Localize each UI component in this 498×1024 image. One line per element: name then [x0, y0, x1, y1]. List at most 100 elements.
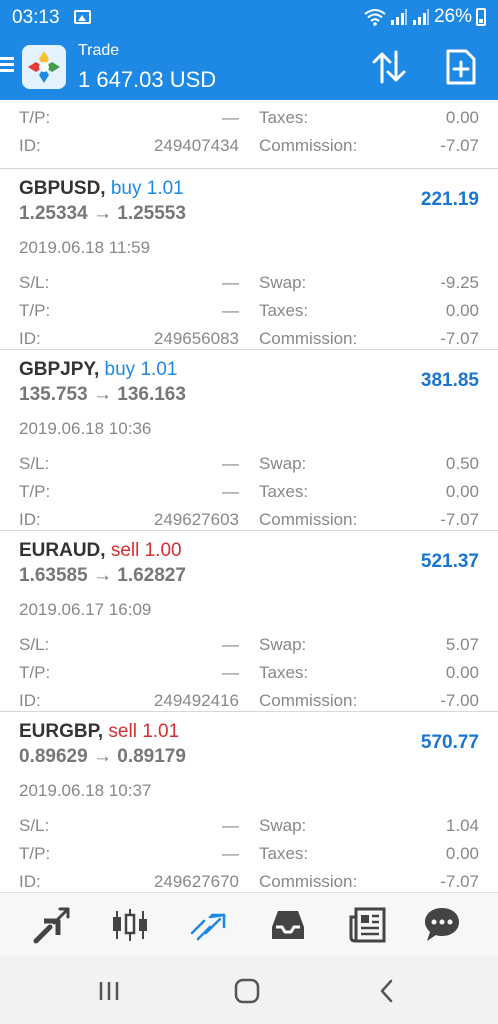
commission-label: Commission: — [259, 872, 358, 891]
id-value: 249627670 — [153, 872, 239, 891]
tp-label: T/P: — [19, 663, 51, 682]
tp-row: T/P: — Taxes: 0.00 — [0, 301, 498, 329]
swap-value: 1.04 — [445, 816, 479, 835]
new-order-icon[interactable] — [444, 48, 478, 86]
price-line: 135.753 → 136.163 — [19, 384, 186, 406]
open-price: 1.63585 — [19, 565, 88, 586]
symbol: EURGBP, — [19, 721, 104, 742]
sl-row: S/L: — Swap: 5.07 — [0, 635, 498, 663]
id-row: ID: 249407434 Commission: -7.07 — [0, 136, 498, 164]
tp-label: T/P: — [19, 482, 51, 501]
trade-card[interactable]: EURGBP, sell 1.01 0.89629 → 0.89179 570.… — [0, 712, 498, 892]
taxes-value: 0.00 — [445, 108, 479, 127]
symbol: GBPJPY, — [19, 359, 100, 380]
signal-icon-sim2 — [412, 9, 429, 25]
sl-row: S/L: — Swap: 1.04 — [0, 816, 498, 844]
id-label: ID: — [19, 872, 41, 891]
sl-label: S/L: — [19, 273, 50, 292]
arrow-icon: → — [92, 746, 112, 767]
id-value: 249492416 — [153, 691, 239, 710]
price-line: 1.63585 → 1.62827 — [19, 565, 186, 587]
open-price: 135.753 — [19, 384, 88, 405]
id-value: 249627603 — [153, 510, 239, 529]
taxes-value: 0.00 — [445, 663, 479, 682]
open-time: 2019.06.18 10:37 — [19, 781, 152, 800]
history-icon[interactable] — [266, 903, 310, 947]
swap-label: Swap: — [259, 635, 307, 654]
battery-percent: 26% — [433, 6, 472, 27]
sl-value: — — [222, 273, 239, 292]
sort-icon[interactable] — [370, 48, 408, 86]
menu-icon[interactable] — [0, 57, 14, 73]
quotes-icon[interactable] — [30, 903, 74, 947]
trade-card[interactable]: EURAUD, sell 1.00 1.63585 → 1.62827 521.… — [0, 531, 498, 712]
app-bar: Trade 1 647.03 USD — [0, 34, 498, 100]
tp-row: T/P: — Taxes: 0.00 — [0, 663, 498, 691]
status-indicators: 26% — [364, 6, 486, 28]
swap-value: -9.25 — [440, 273, 479, 292]
sl-value: — — [222, 816, 239, 835]
swap-label: Swap: — [259, 273, 307, 292]
swap-value: 0.50 — [445, 454, 479, 473]
trade-icon[interactable] — [186, 903, 230, 947]
symbol-line: EURGBP, sell 1.01 — [19, 721, 179, 743]
commission-label: Commission: — [259, 136, 358, 155]
status-bar: 03:13 26% — [0, 0, 498, 34]
swap-value: 5.07 — [445, 635, 479, 654]
app-title: Trade — [78, 42, 120, 59]
profit-value: 221.19 — [420, 189, 479, 210]
tp-label: T/P: — [19, 301, 51, 320]
commission-label: Commission: — [259, 329, 358, 348]
trade-card-partial[interactable]: T/P: — Taxes: 0.00 ID: 249407434 Commiss… — [0, 100, 498, 169]
trade-card[interactable]: GBPJPY, buy 1.01 135.753 → 136.163 381.8… — [0, 350, 498, 531]
commission-value: -7.07 — [440, 329, 479, 348]
trade-list[interactable]: T/P: — Taxes: 0.00 ID: 249407434 Commiss… — [0, 100, 498, 892]
symbol: GBPUSD, — [19, 178, 106, 199]
commission-value: -7.00 — [440, 691, 479, 710]
trade-card[interactable]: GBPUSD, buy 1.01 1.25334 → 1.25553 221.1… — [0, 169, 498, 350]
symbol-line: GBPUSD, buy 1.01 — [19, 178, 184, 200]
sl-row: S/L: — Swap: 0.50 — [0, 454, 498, 482]
account-balance: 1 647.03 USD — [78, 67, 217, 92]
commission-label: Commission: — [259, 510, 358, 529]
back-icon[interactable] — [372, 976, 402, 1006]
tp-value: — — [222, 663, 239, 682]
id-value: 249407434 — [153, 136, 239, 155]
taxes-label: Taxes: — [259, 844, 309, 863]
commission-value: -7.07 — [440, 510, 479, 529]
tp-row: T/P: — Taxes: 0.00 — [0, 844, 498, 872]
profit-value: 381.85 — [420, 370, 479, 391]
status-time: 03:13 — [12, 7, 60, 28]
sl-label: S/L: — [19, 816, 50, 835]
id-label: ID: — [19, 329, 41, 348]
open-price: 0.89629 — [19, 746, 88, 767]
taxes-value: 0.00 — [445, 482, 479, 501]
sl-value: — — [222, 635, 239, 654]
sl-label: S/L: — [19, 454, 50, 473]
tp-row: T/P: — Taxes: 0.00 — [0, 482, 498, 510]
chat-icon[interactable] — [420, 903, 464, 947]
open-time: 2019.06.18 10:36 — [19, 419, 152, 438]
news-icon[interactable] — [346, 903, 390, 947]
arrow-icon: → — [92, 565, 112, 586]
tp-value: — — [222, 844, 239, 863]
signal-icon-sim1 — [390, 9, 407, 25]
sl-row: S/L: — Swap: -9.25 — [0, 273, 498, 301]
charts-icon[interactable] — [108, 903, 152, 947]
taxes-value: 0.00 — [445, 844, 479, 863]
trade-action: buy 1.01 — [104, 359, 178, 380]
app-logo[interactable] — [22, 45, 66, 89]
id-row: ID: 249627670 Commission: -7.07 — [0, 872, 498, 892]
home-icon[interactable] — [232, 976, 262, 1006]
id-label: ID: — [19, 136, 41, 155]
open-time: 2019.06.17 16:09 — [19, 600, 152, 619]
open-price: 1.25334 — [19, 203, 88, 224]
id-value: 249656083 — [153, 329, 239, 348]
battery-icon — [476, 8, 486, 26]
symbol-line: EURAUD, sell 1.00 — [19, 540, 182, 562]
arrow-icon: → — [92, 384, 112, 405]
taxes-label: Taxes: — [259, 482, 309, 501]
open-time: 2019.06.18 11:59 — [19, 238, 151, 257]
recent-apps-icon[interactable] — [94, 976, 124, 1006]
swap-label: Swap: — [259, 816, 307, 835]
